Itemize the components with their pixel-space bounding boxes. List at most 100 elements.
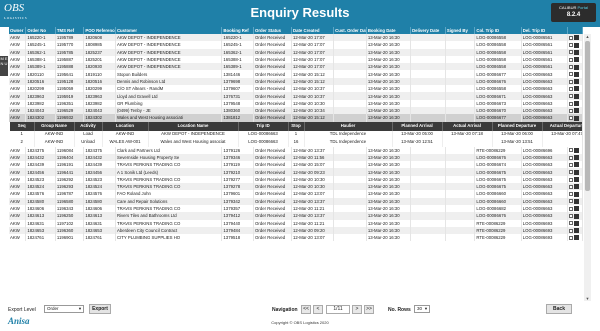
document-icon[interactable] (574, 184, 580, 190)
table-row[interactable]: AKW 1824761 1196901 1824761 CITY PLUMBING SU… (9, 234, 583, 242)
row-checkbox[interactable] (569, 65, 574, 70)
table-row[interactable]: AKW 1820299 1195059 1820299 C/O ST Altears -… (9, 85, 583, 93)
document-icon[interactable] (574, 220, 580, 226)
table-row[interactable]: AKW 165388-1 1195887 1825201 AKW DEPOT - IND… (9, 55, 583, 64)
document-icon[interactable] (574, 101, 580, 106)
column-header[interactable]: POO Reference (83, 27, 116, 34)
row-checkbox[interactable] (569, 228, 574, 233)
document-icon[interactable] (574, 228, 580, 234)
row-checkbox[interactable] (569, 184, 574, 189)
scrollbar-thumb[interactable] (585, 41, 590, 191)
table-row[interactable]: AKW 1824456 1196441 1824456 A 1 Sonik Ltd (L… (9, 168, 583, 176)
column-header[interactable]: Order No (25, 27, 56, 34)
rows-select[interactable]: 30 ▼ (414, 305, 430, 313)
document-icon[interactable] (574, 93, 580, 99)
document-icon[interactable] (574, 115, 580, 121)
row-checkbox[interactable] (569, 177, 574, 182)
page-indicator[interactable]: 1/11 (326, 305, 350, 314)
stop-row[interactable]: 1 AKW-IND Load AKW-IND AKW DEPOT - INDEPENDE… (10, 130, 582, 139)
table-row[interactable]: AKW 1824580 1196580 1824580 Care and Repair … (9, 197, 583, 205)
table-row[interactable]: AKW 165220-1 1195789 1820608 AKW DEPOT - IND… (9, 34, 583, 42)
export-button[interactable]: Export (89, 304, 111, 314)
row-checkbox[interactable] (569, 86, 574, 91)
table-row[interactable]: AKW 1823982 1196351 1823982 GR Plumbing 13795… (9, 99, 583, 107)
document-icon[interactable] (574, 42, 580, 48)
table-row[interactable]: AKW 1824432 1196404 1824432 Severnside Housi… (9, 153, 583, 162)
row-checkbox[interactable] (569, 155, 574, 160)
column-header[interactable]: Booking Date (366, 27, 412, 34)
table-row[interactable]: AKW 1824439 1196191 1824439 TRAVIS PERKINS T… (9, 161, 583, 169)
row-checkbox[interactable] (569, 162, 574, 167)
document-icon[interactable] (574, 35, 580, 41)
table-row[interactable]: AKW 1824523 1196292 1824523 TRAVIS PERKINS T… (9, 175, 583, 184)
document-icon[interactable] (574, 177, 580, 183)
row-checkbox[interactable] (569, 214, 574, 219)
column-header[interactable]: Order Status (253, 27, 292, 34)
row-checkbox[interactable] (569, 35, 574, 40)
row-checkbox[interactable] (569, 57, 574, 62)
document-icon[interactable] (574, 191, 580, 197)
document-icon[interactable] (574, 71, 580, 77)
column-header[interactable]: Signed By (445, 27, 476, 34)
row-checkbox[interactable] (569, 94, 574, 99)
document-icon[interactable] (574, 86, 580, 92)
table-row[interactable]: AKW 165389-1 1195888 1820930 AKW DEPOT - IND… (9, 63, 583, 71)
row-checkbox[interactable] (569, 148, 574, 153)
row-checkbox[interactable] (569, 101, 574, 106)
column-header[interactable]: TMS Ref (55, 27, 85, 34)
row-checkbox[interactable] (569, 108, 574, 113)
table-row[interactable]: AKW 1824576 1196787 1824576 FAO Roland John 1… (9, 190, 583, 198)
row-checkbox[interactable] (569, 192, 574, 197)
document-icon[interactable] (574, 213, 580, 219)
document-icon[interactable] (574, 169, 580, 175)
column-header[interactable]: Date Created (291, 27, 335, 34)
table-row[interactable]: AKW 1820516 1195128 1820516 Dennis and Robin… (9, 77, 583, 86)
table-row[interactable]: AKW 165362-1 1195785 1825237 AKW DEPOT - IND… (9, 48, 583, 56)
row-checkbox[interactable] (569, 206, 574, 211)
table-row[interactable]: AKW 1824653 1196360 1824653 Aberdeen City Co… (9, 226, 583, 235)
row-checkbox[interactable] (569, 221, 574, 226)
row-checkbox[interactable] (569, 72, 574, 77)
document-icon[interactable] (574, 162, 580, 168)
table-row[interactable]: AKW 1824524 1196293 1824524 TRAVIS PERKINS T… (9, 183, 583, 191)
column-header[interactable]: Customer (115, 27, 223, 34)
document-icon[interactable] (574, 147, 580, 153)
table-row[interactable]: AKW 1824375 1196084 1824375 Clark and Partne… (9, 146, 583, 154)
next-page-button[interactable]: > (352, 305, 362, 314)
column-header[interactable]: Owner (9, 27, 27, 34)
document-icon[interactable] (574, 64, 580, 70)
table-row[interactable]: AKW 1824606 1196343 1824606 TRAVIS PERKINS T… (9, 204, 583, 213)
last-page-button[interactable]: >> (364, 305, 374, 314)
document-icon[interactable] (574, 206, 580, 212)
first-page-button[interactable]: << (301, 305, 311, 314)
scroll-down-icon[interactable]: ▼ (585, 296, 590, 301)
table-row[interactable]: AKW 165245-1 1195770 1808985 AKW DEPOT - IND… (9, 41, 583, 49)
document-icon[interactable] (574, 49, 580, 55)
document-icon[interactable] (574, 198, 580, 204)
column-header[interactable] (567, 27, 583, 34)
row-checkbox[interactable] (569, 43, 574, 48)
table-scrollbar[interactable]: ▲ ▼ (584, 34, 591, 301)
column-header[interactable]: Cust. Order Date (333, 27, 367, 34)
previous-page-button[interactable]: < (313, 305, 323, 314)
row-checkbox[interactable] (569, 50, 574, 55)
menu-tab[interactable]: M E N U (0, 56, 8, 76)
stop-row[interactable]: 2 AKW-IND Unload WALES AW-001 Wales and West… (10, 138, 582, 147)
column-header[interactable]: Del. Trip ID (521, 27, 569, 34)
document-icon[interactable] (574, 155, 580, 161)
table-row[interactable]: AKW 1820110 1195641 1819110 Stopon Builders 1… (9, 70, 583, 78)
back-button[interactable]: Back (546, 304, 572, 314)
column-header[interactable]: Col. Trip ID (474, 27, 522, 34)
table-row[interactable]: AKW 1823963 1195919 1823963 Lloyd and Gravel… (9, 92, 583, 100)
document-icon[interactable] (574, 235, 580, 241)
table-row[interactable]: AKW 1824302 1196932 1824302 Wales and West H… (9, 114, 583, 122)
row-checkbox[interactable] (569, 116, 574, 121)
document-icon[interactable] (574, 79, 580, 85)
export-level-select[interactable]: Order ▼ (44, 305, 84, 313)
row-checkbox[interactable] (569, 170, 574, 175)
scroll-up-icon[interactable]: ▲ (585, 34, 590, 39)
document-icon[interactable] (574, 108, 580, 114)
column-header[interactable]: Booking Ref (221, 27, 255, 34)
document-icon[interactable] (574, 57, 580, 63)
row-checkbox[interactable] (569, 199, 574, 204)
